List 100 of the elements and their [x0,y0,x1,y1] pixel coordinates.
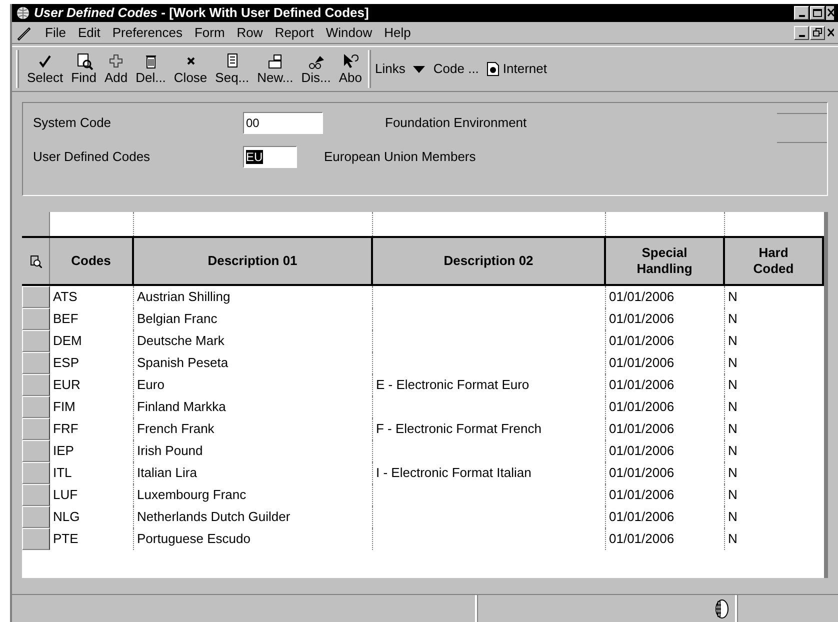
input-field[interactable]: 00 [243,112,323,134]
table-cell-text: N [728,310,738,328]
toolbar-button[interactable]: Add [102,52,130,86]
menu-item[interactable]: Help [384,22,411,42]
toolbar-button[interactable]: Seq... [213,52,252,86]
page-icon [486,62,499,76]
table-cell-text: Euro [137,376,164,394]
folder-icon [266,52,284,70]
table-cell-text: I - Electronic Format Italian [376,464,532,482]
row-selector[interactable] [22,396,50,418]
row-selector[interactable] [22,418,50,440]
menu-item[interactable]: Form [194,22,225,42]
table-cell-text: N [728,332,738,350]
column-header[interactable]: Description 02 [373,238,606,284]
menu-item[interactable]: Window [326,22,372,42]
row-selector[interactable] [22,352,50,374]
table-cell-text: Finland Markka [137,398,226,416]
table-cell-text: 01/01/2006 [609,354,674,372]
row-selector[interactable] [22,308,50,330]
table-cell-text: NLG [53,508,80,526]
table-cell-text: Portuguese Escudo [137,530,250,548]
column-header[interactable]: Description 01 [134,238,373,284]
table-cell-text: Italian Lira [137,464,197,482]
table-cell-text: 01/01/2006 [609,486,674,504]
minimize-button[interactable] [794,26,809,40]
table-cell-text: BEF [53,310,78,328]
column-header[interactable]: Codes [50,238,134,284]
menu-item[interactable]: Report [274,22,314,42]
row-selector[interactable] [22,286,50,308]
table-cell-text: French Frank [137,420,214,438]
table-cell-text: 01/01/2006 [609,310,674,328]
row-selector[interactable] [22,462,50,484]
field-label: System Code [33,114,112,132]
caret-icon [413,66,426,72]
menu-item[interactable]: Edit [78,22,100,42]
table-cell-text: N [728,442,738,460]
table-cell-text: N [728,354,738,372]
row-selector[interactable] [22,528,50,550]
table-cell-text: FIM [53,398,76,416]
close-button[interactable] [826,6,834,20]
table-cell-text: Irish Pound [137,442,203,460]
help-icon [341,52,360,70]
toolbar-link[interactable]: Code ... [433,59,479,79]
toolbar-button[interactable]: Close [172,52,210,86]
toolbar-button[interactable]: Select [25,52,66,86]
row-selector[interactable] [22,374,50,396]
table-cell-text: N [728,398,738,416]
table-cell-text: N [728,508,738,526]
table-cell-text: N [728,288,738,306]
toolbar-link[interactable]: Internet [486,59,548,79]
row-selector[interactable] [22,440,50,462]
globe-icon [16,6,30,20]
input-field[interactable]: EU [243,146,297,168]
toolbar-button[interactable]: Abo [336,52,364,86]
table-cell-text: Luxembourg Franc [137,486,246,504]
table-cell-text: FRF [53,420,78,438]
table-cell-text: ESP [53,354,80,372]
table-cell-text: 01/01/2006 [609,420,674,438]
restore-button[interactable] [810,26,825,40]
table-cell-text: 01/01/2006 [609,464,674,482]
row-selector[interactable] [22,484,50,506]
table-cell-text: ATS [53,288,78,306]
window-title: User Defined Codes - [Work With User Defined Codes] [34,4,369,22]
menu-item[interactable]: File [45,22,66,42]
table-cell-text: 01/01/2006 [609,530,674,548]
toolbar-link[interactable]: Links [375,59,426,79]
table-cell-text: Austrian Shilling [137,288,230,306]
table-cell-text: LUF [53,486,78,504]
plus-icon [107,52,125,70]
table-cell-text: N [728,464,738,482]
find-icon [74,52,93,70]
toolbar-button[interactable]: Find [69,52,98,86]
table-cell-text: 01/01/2006 [609,288,674,306]
table-cell-text: 01/01/2006 [609,332,674,350]
table-cell-text: N [728,420,738,438]
toolbar-button[interactable]: Del... [134,52,168,86]
table-cell-text: 01/01/2006 [609,442,674,460]
row-selector[interactable] [22,330,50,352]
toolbar-button[interactable]: New... [255,52,296,86]
search-icon [30,254,42,268]
minimize-button[interactable] [794,6,809,20]
table-cell-text: IEP [53,442,74,460]
table-cell-text: F - Electronic Format French [376,420,542,438]
table-cell-text: Spanish Peseta [137,354,228,372]
table-cell-text: PTE [53,530,78,548]
menu-item[interactable]: Preferences [112,22,182,42]
table-cell-text: 01/01/2006 [609,376,674,394]
table-cell-text: ITL [53,464,72,482]
field-description: European Union Members [324,148,476,166]
field-description: Foundation Environment [385,114,527,132]
table-cell-text: N [728,376,738,394]
maximize-button[interactable] [810,6,825,20]
table-cell-text: Belgian Franc [137,310,218,328]
table-cell-text: EUR [53,376,80,394]
toolbar-button[interactable]: Dis... [299,52,333,86]
globe-icon [713,598,729,618]
row-selector[interactable] [22,506,50,528]
column-header[interactable]: Hard Coded [725,238,824,284]
column-header[interactable]: Special Handling [606,238,725,284]
menu-item[interactable]: Row [236,22,263,42]
